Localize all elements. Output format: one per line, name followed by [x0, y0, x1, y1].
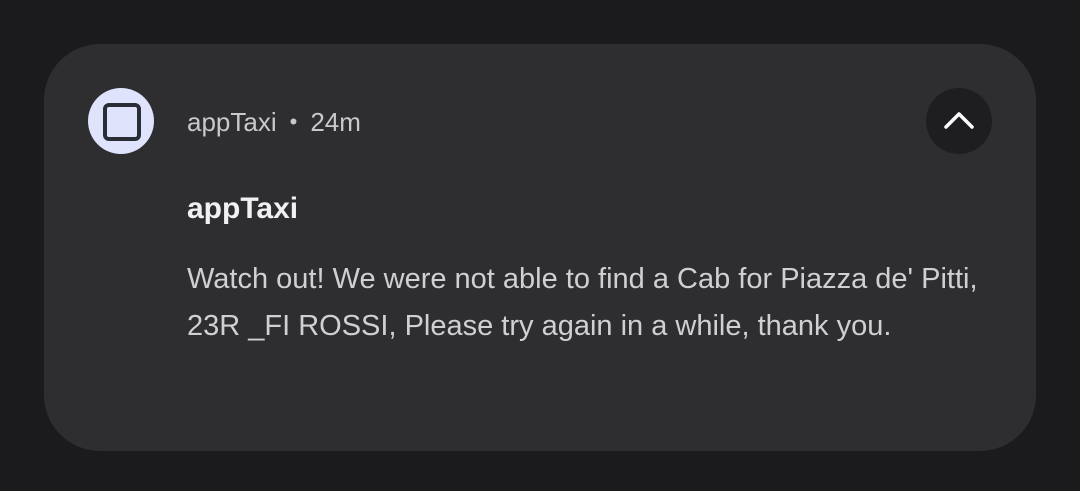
notification-header: appTaxi • 24m [187, 104, 361, 140]
app-icon-glyph [103, 103, 141, 141]
app-name: appTaxi [187, 106, 277, 137]
chevron-up-icon [944, 112, 974, 129]
notification-message: Watch out! We were not able to find a Ca… [187, 263, 978, 342]
notification-shade: appTaxi • 24m appTaxi Watch out! We were… [0, 0, 1080, 491]
notification-title: appTaxi [187, 192, 299, 225]
header-separator: • [289, 109, 298, 134]
app-square-icon [88, 88, 154, 154]
notification-time: 24m [310, 106, 361, 137]
collapse-button[interactable] [926, 88, 992, 154]
notification-card[interactable]: appTaxi • 24m appTaxi Watch out! We were… [44, 44, 1036, 451]
